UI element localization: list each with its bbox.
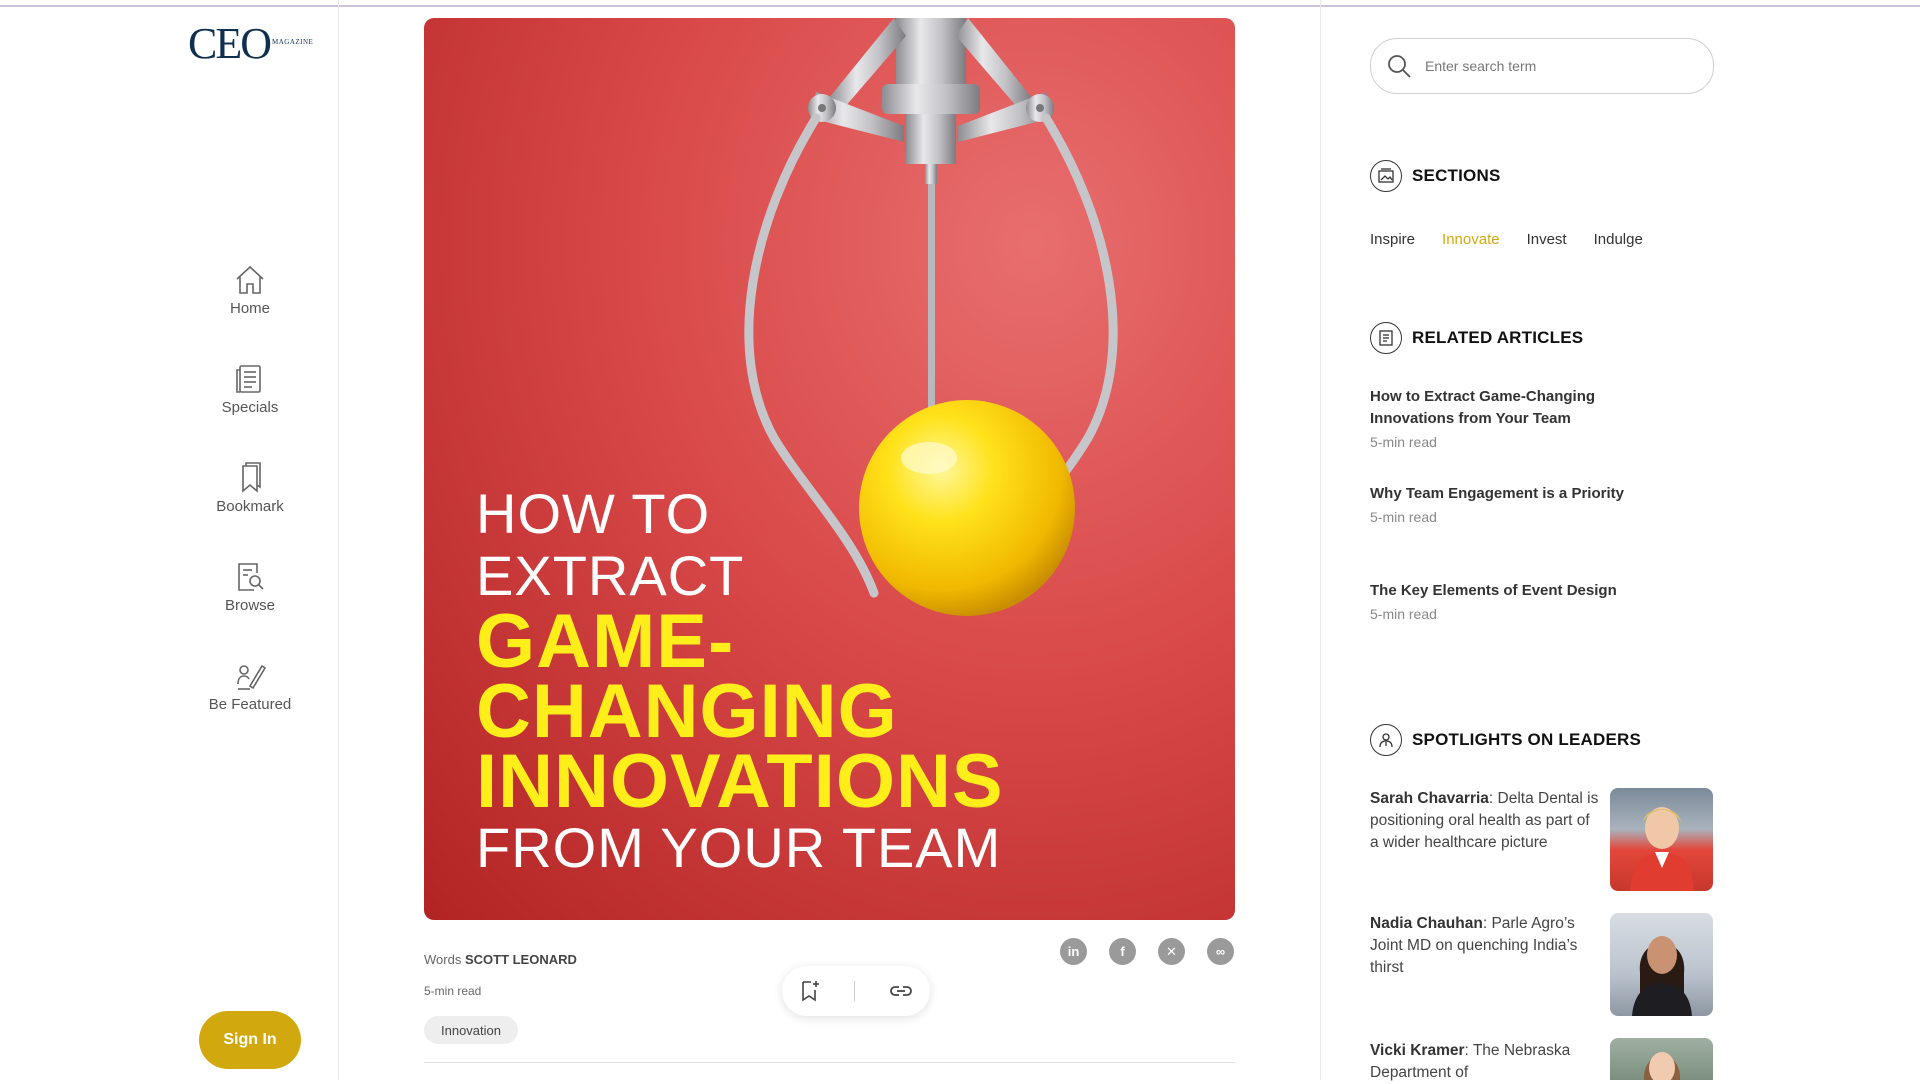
left-sidebar: CEO MAGAZINE Home Specials Bookmark Brow… [0,0,339,1080]
article-action-bar [782,966,930,1016]
related-article[interactable]: The Key Elements of Event Design 5-min r… [1370,580,1640,622]
leader-icon [1370,724,1402,756]
facebook-icon[interactable]: f [1109,938,1136,965]
share-icons: in f ✕ ∞ [1060,938,1234,965]
sidebar-item-label: Home [229,300,270,317]
sidebar-item-label: Bookmark [216,498,284,515]
hero-line-6: FROM YOUR TEAM [476,816,1002,879]
leader-photo[interactable] [1610,788,1713,891]
sign-in-button[interactable]: Sign In [199,1011,301,1069]
search-input[interactable] [1423,57,1687,75]
bookmark-icon [242,462,261,493]
sidebar-item-browse[interactable]: Browse [200,559,300,658]
spotlights-heading: SPOTLIGHTS ON LEADERS [1370,724,1641,756]
spotlight-item[interactable]: Sarah Chavarria: Delta Dental is positio… [1370,788,1600,854]
hero-line-2: EXTRACT [476,544,745,607]
leader-photo[interactable] [1610,1038,1713,1080]
related-article-read-time: 5-min read [1370,509,1437,525]
related-articles-heading: RELATED ARTICLES [1370,322,1583,354]
leader-name[interactable]: Sarah Chavarria [1370,790,1489,807]
link-share-icon[interactable]: ∞ [1207,938,1234,965]
section-link-innovate[interactable]: Innovate [1442,231,1500,248]
read-time: 5-min read [424,984,482,998]
related-article-read-time: 5-min read [1370,434,1437,450]
related-article-title[interactable]: How to Extract Game-Changing Innovations… [1370,386,1640,430]
leader-photo[interactable] [1610,913,1713,1016]
related-articles-title: RELATED ARTICLES [1412,328,1584,347]
sidebar-nav: Home Specials Bookmark Browse Be Feature… [200,262,300,757]
leader-name[interactable]: Vicki Kramer [1370,1042,1465,1059]
leader-name[interactable]: Nadia Chauhan [1370,915,1483,932]
browse-icon [238,563,264,591]
x-icon[interactable]: ✕ [1158,938,1185,965]
sections-heading: SECTIONS [1370,160,1501,192]
article-hero-image: HOW TO EXTRACT GAME- CHANGING INNOVATION… [424,18,1235,920]
related-article[interactable]: Why Team Engagement is a Priority 5-min … [1370,483,1640,525]
hero-line-1: HOW TO [476,482,711,545]
sections-nav: Inspire Innovate Invest Indulge [1370,231,1643,248]
search-icon [1388,55,1411,78]
hero-line-5: INNOVATIONS [476,739,1004,824]
related-article-title[interactable]: The Key Elements of Event Design [1370,580,1640,602]
hero-line-3: GAME- [476,599,735,684]
section-link-indulge[interactable]: Indulge [1594,231,1643,248]
byline-prefix: Words [424,952,462,967]
sections-title: SECTIONS [1412,166,1501,185]
sidebar-item-specials[interactable]: Specials [200,361,300,460]
sidebar-item-bookmark[interactable]: Bookmark [200,460,300,559]
category-tag[interactable]: Innovation [424,1016,518,1044]
spotlights-title: SPOTLIGHTS ON LEADERS [1412,730,1641,749]
article-list-icon [1370,322,1402,354]
linkedin-icon[interactable]: in [1060,938,1087,965]
pen-icon [237,664,267,690]
section-link-inspire[interactable]: Inspire [1370,231,1415,248]
sidebar-item-label: Specials [221,399,279,416]
search-box[interactable] [1370,38,1714,94]
logo-sub: MAGAZINE [272,38,314,46]
related-article[interactable]: How to Extract Game-Changing Innovations… [1370,386,1640,450]
author-name[interactable]: SCOTT LEONARD [465,952,577,967]
section-link-invest[interactable]: Invest [1527,231,1567,248]
newspaper-icon [236,365,261,393]
sidebar-item-be-featured[interactable]: Be Featured [200,658,300,757]
sidebar-item-home[interactable]: Home [200,262,300,361]
action-separator [854,981,856,1001]
sections-icon [1370,160,1402,192]
hero-headline: HOW TO EXTRACT GAME- CHANGING INNOVATION… [476,483,1004,879]
sidebar-item-label: Browse [224,597,276,614]
sidebar-item-label: Be Featured [208,696,292,713]
copy-link-icon[interactable] [888,978,914,1004]
content-divider [424,1062,1235,1063]
bookmark-add-icon[interactable] [798,979,822,1003]
logo-main: CEO [188,19,272,68]
spotlight-item[interactable]: Vicki Kramer: The Nebraska Department of [1370,1040,1600,1084]
ceo-magazine-logo[interactable]: CEO MAGAZINE [188,22,313,66]
byline: Words SCOTT LEONARD [424,952,577,967]
hero-line-4: CHANGING [476,669,898,754]
spotlight-item[interactable]: Nadia Chauhan: Parle Agro’s Joint MD on … [1370,913,1600,979]
home-icon [236,265,264,294]
related-article-title[interactable]: Why Team Engagement is a Priority [1370,483,1640,505]
related-article-read-time: 5-min read [1370,606,1437,622]
